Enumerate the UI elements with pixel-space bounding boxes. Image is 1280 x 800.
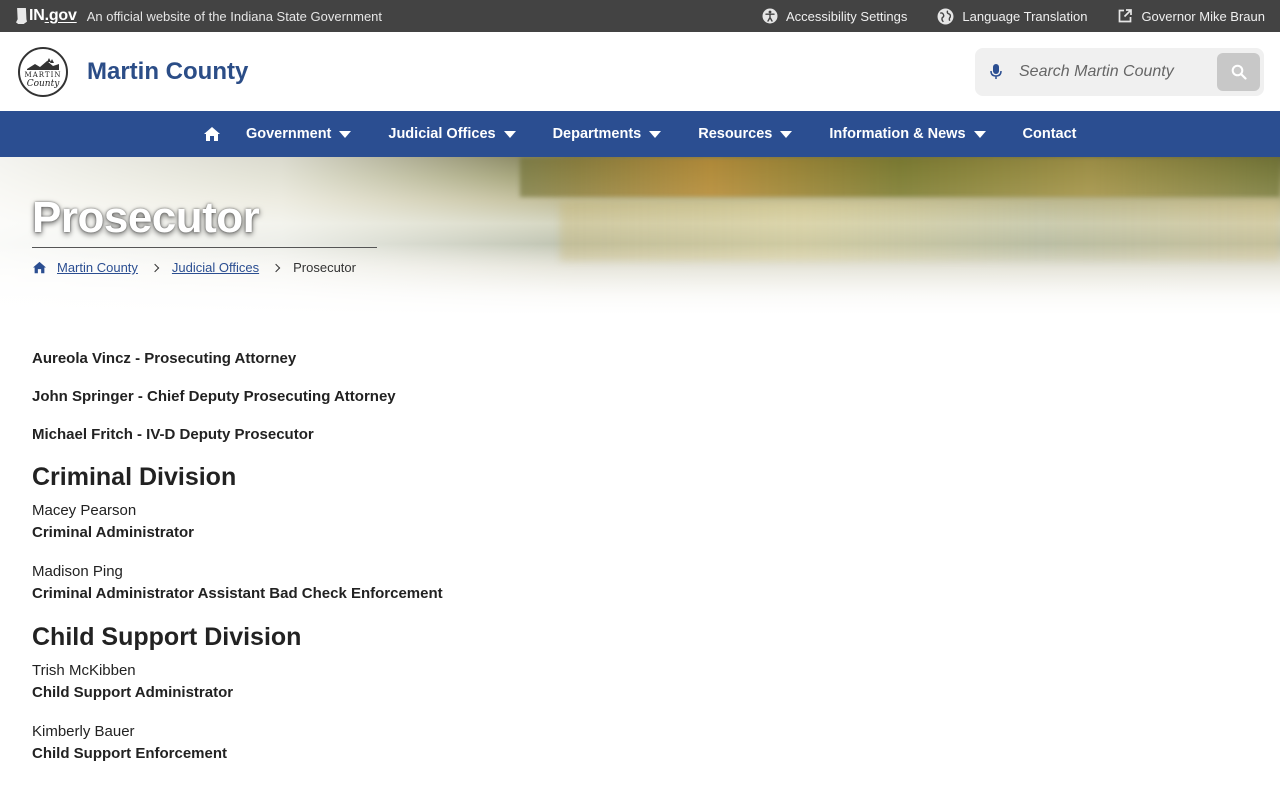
nav-government-label: Government	[245, 126, 332, 142]
chevron-right-icon	[150, 263, 160, 272]
nav-departments[interactable]: Departments	[553, 126, 662, 142]
official-website-text: An official website of the Indiana State…	[86, 8, 383, 24]
staff-role: Child Support Administrator	[32, 684, 234, 701]
breadcrumb-judicial-offices[interactable]: Judicial Offices	[172, 260, 259, 275]
breadcrumb-current: Prosecutor	[293, 260, 356, 275]
seal-landscape-icon	[27, 57, 59, 70]
county-seal-logo[interactable]: MARTIN County	[18, 46, 68, 97]
seal-script: County	[26, 78, 60, 89]
governor-link[interactable]: Governor Mike Braun	[1117, 8, 1265, 24]
site-title[interactable]: Martin County	[87, 58, 248, 86]
nav-contact[interactable]: Contact	[1023, 126, 1077, 142]
ingov-logo: IN .gov	[16, 7, 77, 25]
governor-label: Governor Mike Braun	[1141, 8, 1265, 24]
staff-entry: Trish McKibben Child Support Administrat…	[32, 660, 932, 704]
search-button[interactable]	[1217, 53, 1260, 91]
nav-resources[interactable]: Resources	[698, 126, 793, 142]
caret-down-icon	[973, 130, 986, 138]
nav-information-news[interactable]: Information & News	[829, 126, 986, 142]
staff-ivd-deputy: Michael Fritch - IV-D Deputy Prosecutor	[32, 426, 314, 443]
indiana-state-icon	[16, 8, 27, 24]
ingov-logo-in: IN	[29, 7, 45, 24]
staff-name: Macey Pearson	[32, 502, 137, 519]
language-translation-label: Language Translation	[962, 8, 1088, 24]
staff-name: Madison Ping	[32, 563, 123, 580]
caret-down-icon	[503, 130, 516, 138]
caret-down-icon	[649, 130, 662, 138]
state-bar: IN .gov An official website of the Indian…	[0, 0, 1280, 32]
search-box	[975, 48, 1264, 96]
nav-information-news-label: Information & News	[829, 126, 966, 142]
search-input[interactable]	[1019, 63, 1199, 81]
nav-home[interactable]	[203, 126, 221, 142]
staff-entry: Macey Pearson Criminal Administrator	[32, 500, 932, 544]
language-translation-link[interactable]: Language Translation	[937, 8, 1087, 25]
seal-text: MARTIN	[24, 70, 62, 79]
microphone-icon[interactable]	[989, 63, 1003, 81]
staff-role: Criminal Administrator	[32, 524, 194, 541]
accessibility-settings-label: Accessibility Settings	[786, 8, 908, 24]
nav-departments-label: Departments	[552, 126, 642, 142]
caret-down-icon	[339, 130, 352, 138]
staff-chief-deputy: John Springer - Chief Deputy Prosecuting…	[32, 388, 396, 405]
nav-judicial-offices[interactable]: Judicial Offices	[388, 126, 516, 142]
external-link-icon	[1119, 9, 1133, 23]
main-navigation: Government Judicial Offices Departments …	[0, 111, 1280, 157]
nav-judicial-offices-label: Judicial Offices	[388, 126, 496, 142]
staff-entry: Kimberly Bauer Child Support Enforcement	[32, 721, 932, 765]
main-content: Aureola Vincz - Prosecuting Attorney Joh…	[32, 348, 932, 782]
staff-name: Trish McKibben	[32, 662, 136, 679]
division-heading-child-support: Child Support Division	[32, 623, 302, 651]
staff-role: Criminal Administrator Assistant Bad Che…	[32, 585, 443, 602]
nav-government[interactable]: Government	[245, 126, 352, 142]
division-heading-criminal: Criminal Division	[32, 463, 237, 491]
staff-name: Kimberly Bauer	[32, 723, 135, 740]
nav-contact-label: Contact	[1022, 126, 1077, 142]
ingov-link[interactable]: IN .gov An official website of the Indian…	[16, 7, 382, 25]
chevron-right-icon	[271, 263, 281, 272]
caret-down-icon	[780, 130, 793, 138]
accessibility-icon	[762, 8, 778, 24]
globe-icon	[937, 8, 954, 24]
page-title: Prosecutor	[32, 193, 260, 242]
staff-entry: Madison Ping Criminal Administrator Assi…	[32, 561, 932, 605]
breadcrumb-home-icon[interactable]	[32, 261, 47, 274]
nav-resources-label: Resources	[698, 126, 773, 142]
breadcrumb: Martin County Judicial Offices Prosecuto…	[32, 260, 356, 275]
search-icon	[1231, 64, 1247, 80]
accessibility-settings-link[interactable]: Accessibility Settings	[762, 8, 907, 24]
breadcrumb-martin-county[interactable]: Martin County	[57, 260, 138, 275]
staff-role: Child Support Enforcement	[32, 745, 227, 762]
hero-foliage-image	[520, 157, 1280, 197]
ingov-logo-gov: .gov	[44, 7, 77, 24]
hero-banner: Prosecutor Martin County Judicial Office…	[0, 157, 1280, 315]
hero-water-image	[560, 201, 1280, 261]
title-divider	[32, 247, 377, 248]
staff-prosecuting-attorney: Aureola Vincz - Prosecuting Attorney	[32, 350, 297, 367]
site-header: MARTIN County Martin County	[0, 32, 1280, 111]
home-icon	[204, 127, 221, 141]
